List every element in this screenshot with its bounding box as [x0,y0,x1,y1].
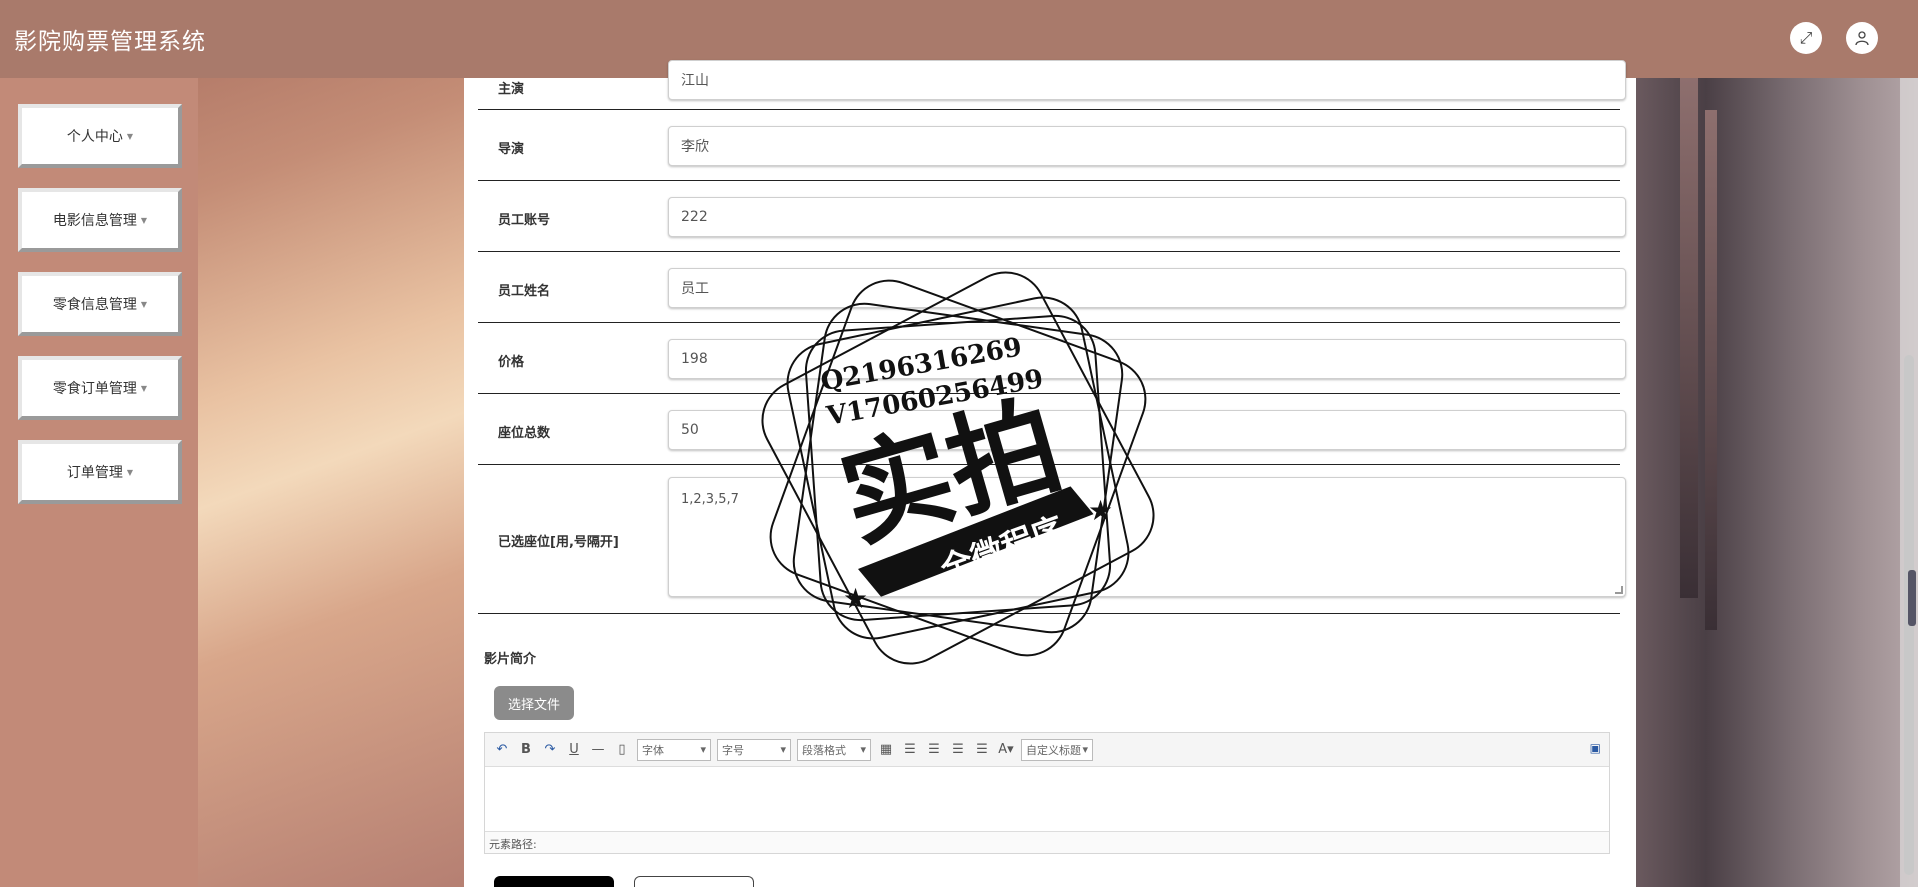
select-label: 字体 [642,743,664,757]
caret-down-icon: ▼ [140,299,148,309]
background-right [1635,0,1918,887]
align-justify-icon[interactable]: ☰ [973,742,991,757]
intro-label: 影片简介 [484,652,537,667]
staff-account-input[interactable]: 222 [668,197,1626,237]
form-row-director: 导演 李欣 [478,110,1626,181]
caret-down-icon: ▼ [126,131,134,141]
star-icon: ★ [843,582,868,615]
document-icon[interactable]: ▯ [613,742,631,757]
field-label: 导演 [498,142,525,157]
side-widget[interactable] [1908,570,1916,626]
select-label: 自定义标题 [1026,743,1081,757]
field-label: 员工姓名 [498,284,551,299]
editor-toolbar: ↶ B ↷ U — ▯ 字体 ▾ 字号 ▾ 段落格式 ▾ ▦ ☰ ☰ ☰ ☰ A▾ 自… [485,733,1609,767]
sidebar-item-movie-info[interactable]: 电影信息管理 ▼ [18,188,182,252]
underline-icon[interactable]: U [565,742,583,757]
watermark-stamp: Q2196316269 V17060256499 实拍 全微程序 ★ ★ [761,271,1155,665]
actor-input[interactable]: 江山 [668,60,1626,100]
resize-handle[interactable] [1615,586,1623,594]
paragraph-format-select[interactable]: 段落格式 ▾ [797,738,871,761]
sidebar-item-personal-center[interactable]: 个人中心 ▼ [18,104,182,168]
caret-down-icon: ▼ [140,383,148,393]
caret-down-icon: ▾ [860,743,866,756]
user-icon [1855,31,1869,46]
caret-down-icon: ▾ [1082,743,1088,756]
field-label: 座位总数 [498,426,551,441]
sidebar-item-label: 个人中心 [66,129,123,145]
sidebar-item-snack-info[interactable]: 零食信息管理 ▼ [18,272,182,336]
director-input[interactable]: 李欣 [668,126,1626,166]
element-path: 元素路径: [485,831,1609,853]
cancel-button[interactable] [634,876,754,887]
field-label: 员工账号 [498,213,551,228]
select-label: 字号 [722,743,744,757]
sidebar-item-label: 电影信息管理 [52,213,137,229]
redo-icon[interactable]: ↷ [541,742,559,757]
align-center-icon[interactable]: ☰ [949,742,967,757]
field-label: 价格 [498,355,525,370]
textarea-value: 1,2,3,5,7 [681,492,739,507]
sidebar-item-orders[interactable]: 订单管理 ▼ [18,440,182,504]
bold-icon[interactable]: B [517,742,535,757]
field-label: 已选座位[用,号隔开] [498,535,619,550]
align-left-icon[interactable]: ☰ [901,742,919,757]
app-title: 影院购票管理系统 [14,29,206,55]
fullscreen-editor-icon[interactable]: ▣ [1590,741,1601,755]
caret-down-icon: ▼ [140,215,148,225]
font-size-select[interactable]: 字号 ▾ [717,738,791,761]
caret-down-icon: ▾ [780,743,786,756]
editor-content-area[interactable] [485,767,1609,831]
background-building [1680,78,1698,598]
undo-icon[interactable]: ↶ [493,742,511,757]
font-color-icon[interactable]: A▾ [997,742,1015,757]
choose-file-button[interactable]: 选择文件 [494,686,574,720]
sidebar-item-label: 零食订单管理 [52,381,137,397]
align-right-icon[interactable]: ☰ [925,742,943,757]
background-building [1705,110,1717,630]
sidebar-item-label: 零食信息管理 [52,297,137,313]
rich-text-editor: ↶ B ↷ U — ▯ 字体 ▾ 字号 ▾ 段落格式 ▾ ▦ ☰ ☰ ☰ ☰ A▾ 自… [484,732,1610,854]
expand-icon: ⤢ [1799,28,1813,47]
custom-title-select[interactable]: 自定义标题 ▾ [1021,738,1093,761]
submit-button[interactable] [494,876,614,887]
form-row-actor: 主演 江山 [478,60,1626,110]
select-label: 段落格式 [802,743,846,757]
table-icon[interactable]: ▦ [877,742,895,757]
font-family-select[interactable]: 字体 ▾ [637,738,711,761]
sidebar-menu: 个人中心 ▼ 电影信息管理 ▼ 零食信息管理 ▼ 零食订单管理 ▼ 订单管理 ▼ [18,104,182,524]
sidebar-item-label: 订单管理 [66,465,123,481]
caret-down-icon: ▼ [126,467,134,477]
horizontal-rule-icon[interactable]: — [589,742,607,757]
fullscreen-button[interactable]: ⤢ [1790,22,1822,54]
caret-down-icon: ▾ [700,743,706,756]
star-icon: ★ [1088,494,1113,527]
user-button[interactable] [1846,22,1878,54]
form-row-staff-account: 员工账号 222 [478,181,1626,252]
sidebar-item-snack-orders[interactable]: 零食订单管理 ▼ [18,356,182,420]
field-label: 主演 [498,82,525,97]
